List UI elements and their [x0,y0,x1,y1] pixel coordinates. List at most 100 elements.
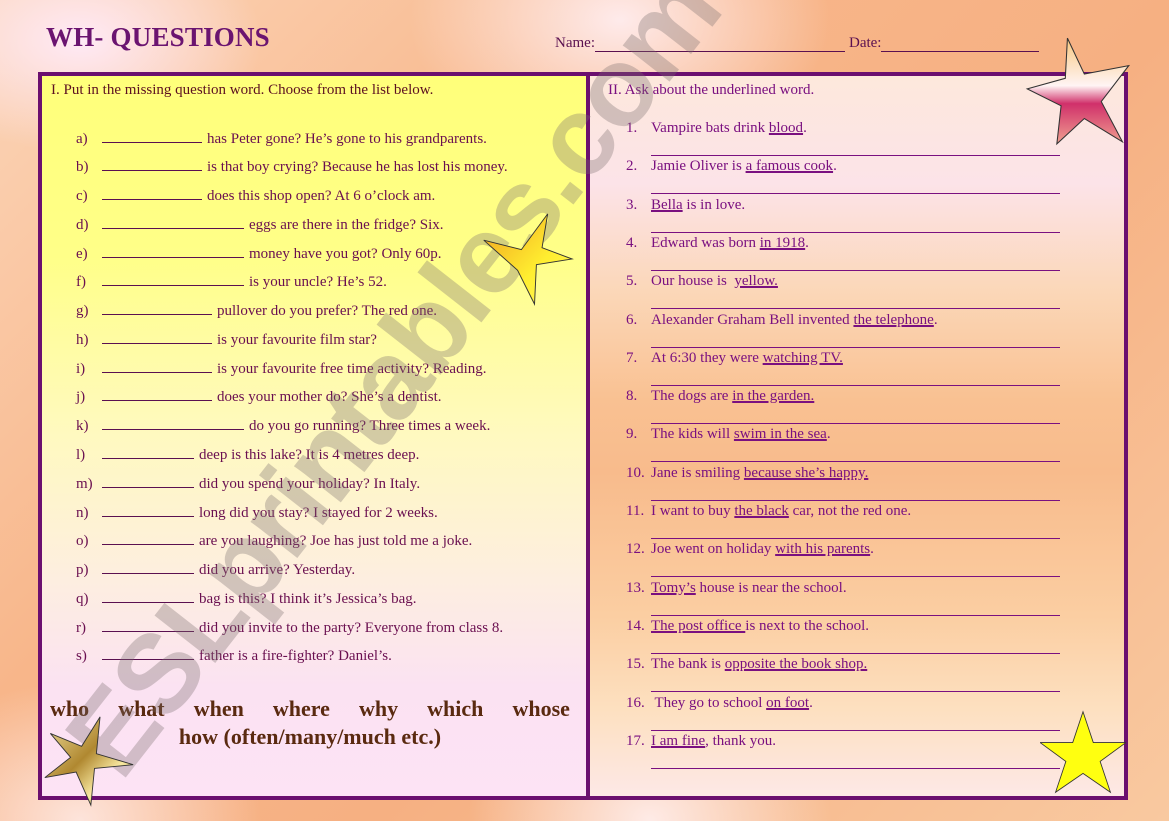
sentence-item: 15. The bank is opposite the book shop. [626,656,867,673]
answer-line[interactable] [651,691,1060,693]
answer-line[interactable] [651,652,1060,654]
answer-line[interactable] [651,767,1060,769]
question-item: r) did you invite to the party? Everyone … [76,619,503,637]
word-option: when [193,696,244,721]
answer-line[interactable] [651,499,1060,501]
question-item: o) are you laughing? Joe has just told me… [76,532,472,550]
pink-star-icon [1025,37,1131,146]
answer-line[interactable] [651,461,1060,463]
sentence-item: 1. Vampire bats drink blood. [626,120,807,137]
answer-line[interactable] [651,614,1060,616]
question-text: does your mother do? She’s a dentist. [217,389,442,405]
sentence-number: 12. [626,541,645,558]
sentence-number: 17. [626,732,645,749]
answer-blank[interactable] [102,590,194,603]
name-field[interactable] [594,37,845,52]
answer-blank[interactable] [102,532,194,545]
yellow-star-icon [483,213,574,306]
answer-line[interactable] [651,269,1060,271]
question-label: e) [76,246,88,262]
answer-line[interactable] [651,308,1060,310]
question-label: k) [76,418,89,434]
sentence-before: Joe went on holiday [651,541,776,558]
sentence-item: 12. Joe went on holiday with his parents. [626,541,874,558]
page-title: WH- QUESTIONS [46,22,270,52]
answer-blank[interactable] [102,561,194,574]
answer-blank[interactable] [102,187,202,200]
question-text: did you spend your holiday? In Italy. [199,476,421,492]
question-item: g) pullover do you prefer? The red one. [76,302,437,320]
answer-line[interactable] [651,423,1060,425]
answer-blank[interactable] [102,475,194,488]
question-item: a) has Peter gone? He’s gone to his grand… [76,130,487,148]
underlined-word: I am fine [651,732,706,749]
sentence-number: 8. [626,388,638,405]
answer-blank[interactable] [102,504,194,517]
underlined-word: swim in the sea [733,426,827,443]
answer-line[interactable] [651,576,1060,578]
sentence-after: car, not the red one. [788,503,912,519]
answer-line[interactable] [651,729,1060,731]
question-item: j) does your mother do? She’s a dentist. [76,388,442,406]
answer-blank[interactable] [102,273,244,286]
question-item: s) father is a fire-fighter? Daniel’s. [76,647,392,665]
sentence-before: Our house is [651,273,735,290]
answer-line[interactable] [651,231,1060,233]
answer-line[interactable] [651,384,1060,386]
answer-blank[interactable] [102,417,244,430]
question-label: h) [76,332,89,348]
sentence-item: 5. Our house is yellow. [626,273,778,290]
question-text: eggs are there in the fridge? Six. [249,217,444,233]
question-item: l) deep is this lake? It is 4 metres deep… [76,446,419,464]
answer-blank[interactable] [102,158,202,171]
answer-blank[interactable] [102,216,244,229]
section-2-instruction: II. Ask about the underlined word. [608,82,815,98]
answer-blank[interactable] [102,302,212,315]
sentence-item: 6. Alexander Graham Bell invented the tel… [626,312,938,329]
date-label: Date: [848,35,882,51]
question-label: a) [76,131,88,147]
answer-blank[interactable] [102,619,194,632]
question-label: g) [76,303,89,319]
date-field[interactable] [881,37,1040,52]
answer-line[interactable] [651,346,1060,348]
answer-line[interactable] [651,193,1060,195]
question-label: f) [76,274,86,290]
sentence-item: 3. Bella is in love. [626,197,745,214]
answer-blank[interactable] [102,130,202,143]
sentence-after: . [933,311,938,328]
question-item: i) is your favourite free time activity? … [76,360,487,378]
answer-blank[interactable] [102,360,212,373]
answer-blank[interactable] [102,446,194,459]
answer-blank[interactable] [102,647,194,660]
underlined-word: watching TV. [762,349,843,366]
question-text: money have you got? Only 60p. [249,246,442,262]
question-text: has Peter gone? He’s gone to his grandpa… [207,131,487,147]
sentence-after: . [809,694,813,711]
underlined-word: in 1918 [759,234,806,251]
section-1-panel: I. Put in the missing question word. Cho… [42,76,590,796]
question-label: p) [76,562,89,578]
sentence-before: They go to school [651,694,767,711]
sentence-item: 14. The post office is next to the school… [626,618,869,635]
underlined-word: The post office [651,617,746,634]
sentence-after: house is near the school. [695,579,847,596]
gold-star-icon [44,716,134,807]
sentence-number: 1. [626,120,638,136]
underlined-word: with his parents [775,541,871,558]
sentence-number: 13. [626,579,645,596]
answer-line[interactable] [651,155,1060,156]
underlined-word: because she’s happy. [743,464,869,481]
answer-blank[interactable] [102,388,212,401]
sentence-after: . [803,120,807,136]
underlined-word: opposite the book shop. [724,656,868,673]
sentence-number: 11. [626,503,645,519]
question-item: f) is your uncle? He’s 52. [76,273,387,291]
question-item: b) is that boy crying? Because he has los… [76,158,508,176]
answer-blank[interactable] [102,331,212,344]
question-text: does this shop open? At 6 o’clock am. [207,188,436,204]
answer-line[interactable] [651,538,1060,539]
answer-blank[interactable] [102,245,244,258]
sentence-number: 4. [626,234,638,251]
question-text: bag is this? I think it’s Jessica’s bag. [199,591,417,607]
